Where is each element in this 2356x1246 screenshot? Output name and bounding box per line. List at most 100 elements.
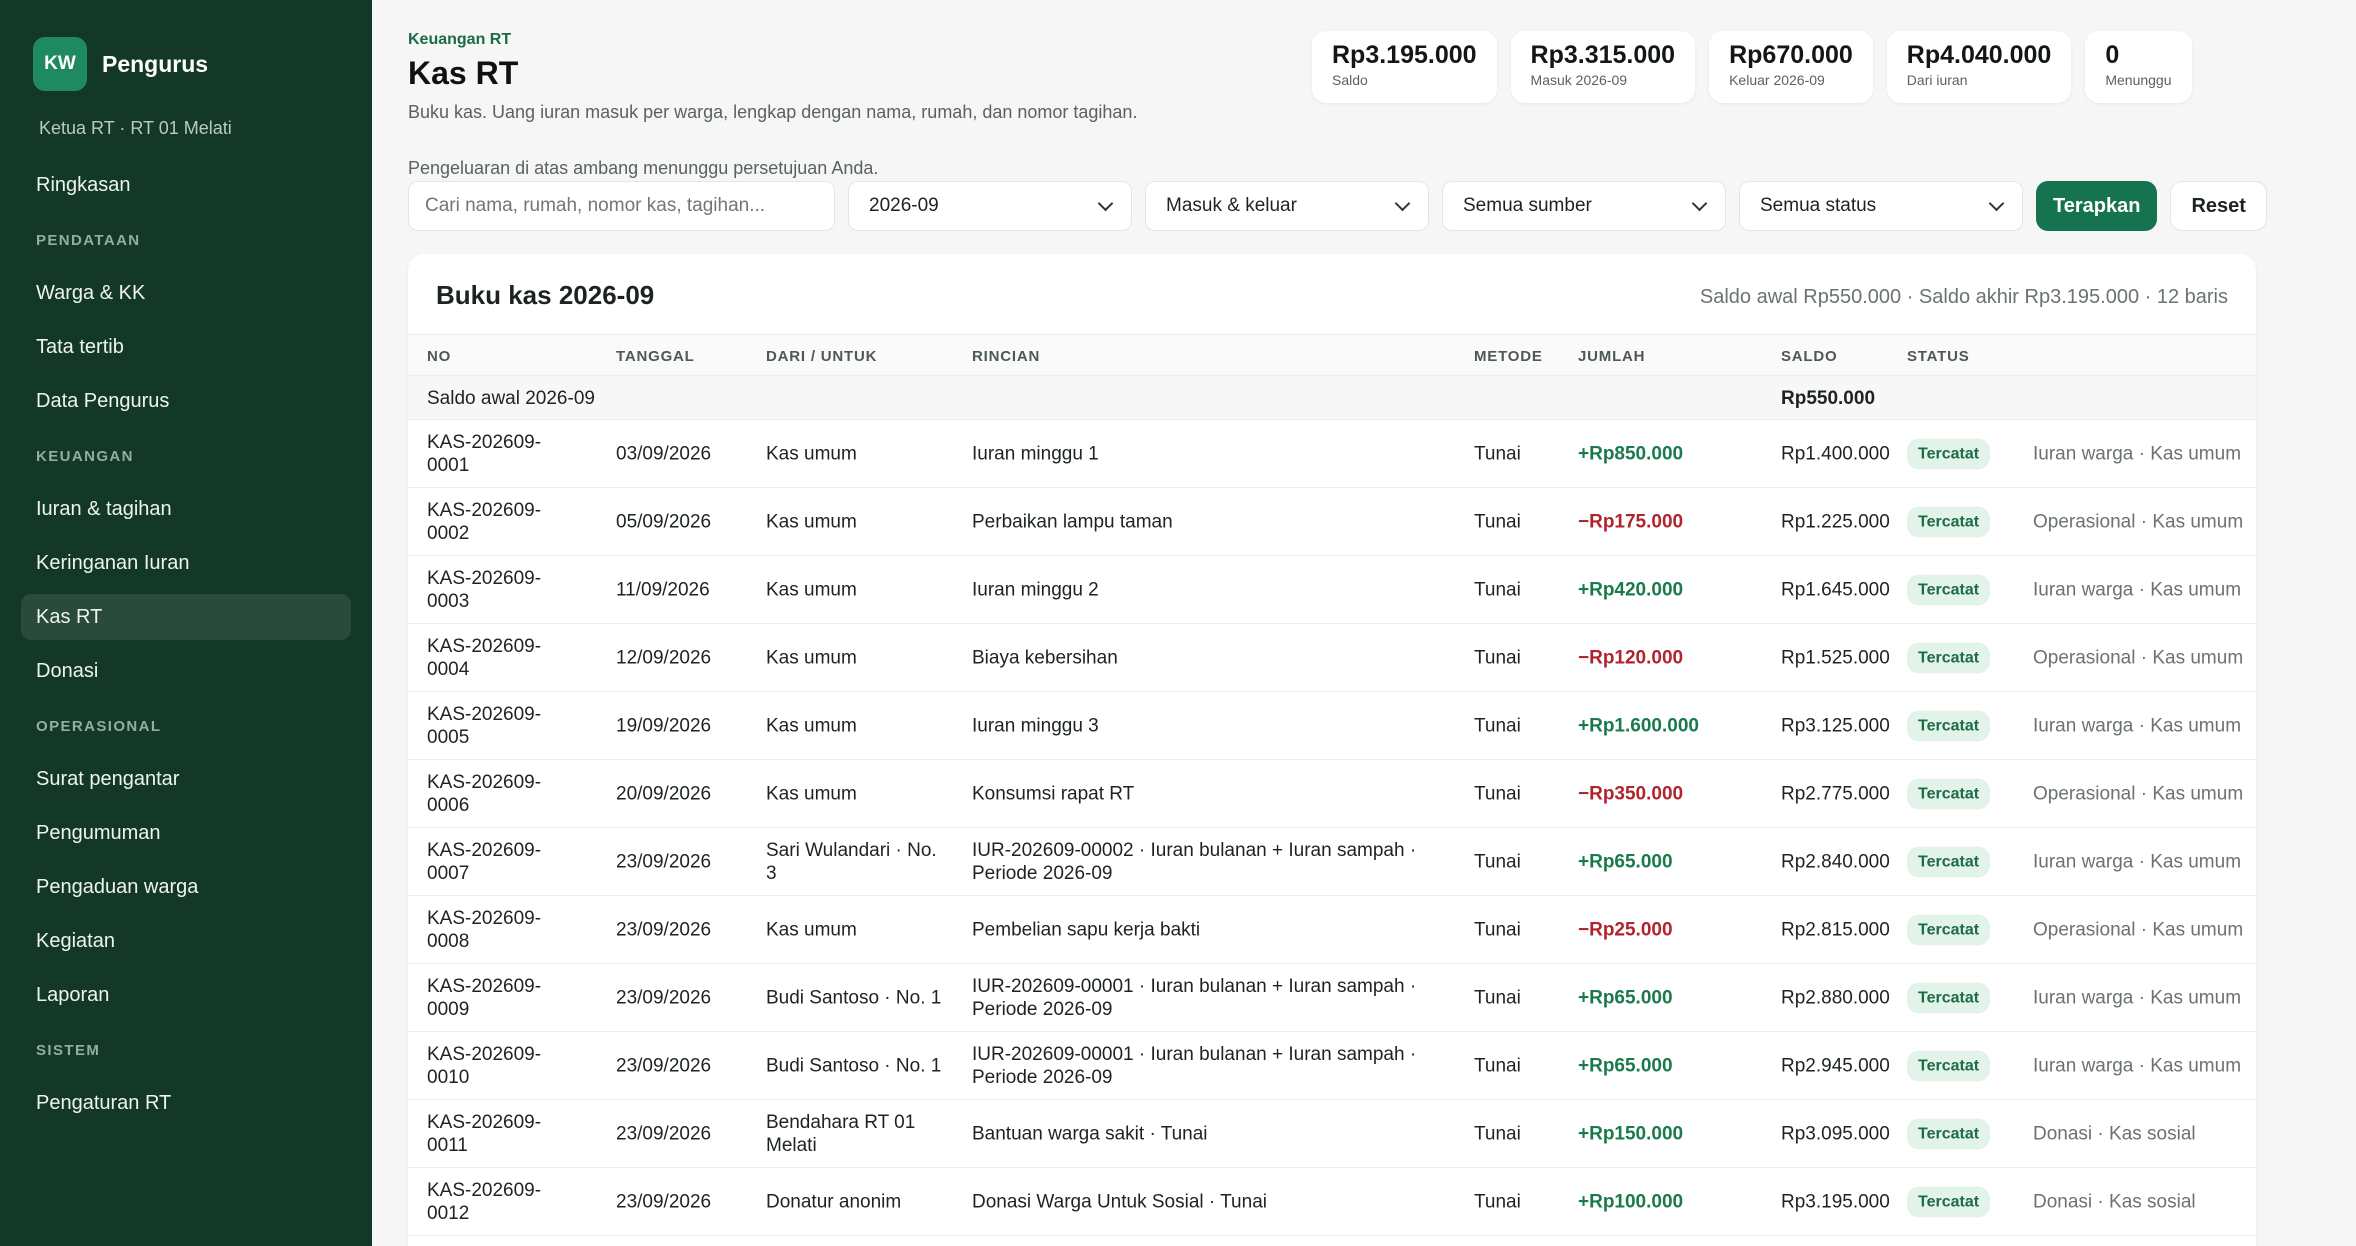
table-row[interactable]: KAS-202609-0006 20/09/2026 Kas umum Konsums… xyxy=(408,760,2256,828)
entry-category: Donasi · Kas sosial xyxy=(2033,1123,2196,1144)
status-badge: Tercatat xyxy=(1907,846,1991,877)
apply-button[interactable]: Terapkan xyxy=(2036,181,2158,231)
sidebar-item[interactable]: Pengaduan warga xyxy=(21,864,351,910)
period-select[interactable]: 2026-09 xyxy=(848,181,1132,231)
entry-detail: Konsumsi rapat RT xyxy=(972,783,1135,804)
table-row[interactable]: KAS-202609-0008 23/09/2026 Kas umum Pembeli… xyxy=(408,896,2256,964)
breadcrumb[interactable]: Keuangan RT xyxy=(408,31,511,49)
entry-detail: IUR-202609-00001 · Iuran bulanan + Iuran… xyxy=(972,1043,1417,1088)
opening-balance-label: Saldo awal 2026-09 xyxy=(427,388,595,409)
entry-detail: Iuran minggu 3 xyxy=(972,715,1099,736)
column-header[interactable]: DARI / UNTUK xyxy=(766,348,877,365)
status-badge: Tercatat xyxy=(1907,438,1991,469)
entry-method: Tunai xyxy=(1474,919,1521,940)
entry-method: Tunai xyxy=(1474,783,1521,804)
stat-value: Rp670.000 xyxy=(1729,41,1853,69)
stat-label: Menunggu xyxy=(2105,72,2172,88)
nav-section-heading: OPERASIONAL xyxy=(36,718,162,735)
status-badge: Tercatat xyxy=(1907,778,1991,809)
stat-label: Saldo xyxy=(1332,72,1368,88)
entry-category: Operasional · Kas umum xyxy=(2033,919,2244,940)
stat-value: Rp3.195.000 xyxy=(1332,41,1477,69)
entry-category: Iuran warga · Kas umum xyxy=(2033,1055,2242,1076)
sidebar-item[interactable]: Ringkasan xyxy=(21,162,351,208)
entry-balance: Rp2.840.000 xyxy=(1781,851,1890,872)
nav-section-heading: PENDATAAN xyxy=(36,232,141,249)
entry-category: Operasional · Kas umum xyxy=(2033,647,2244,668)
sidebar: KW Pengurus Ketua RT · RT 01 Melati Ring… xyxy=(0,0,372,1246)
sidebar-item[interactable]: Iuran & tagihan xyxy=(21,486,351,532)
column-header[interactable]: NO xyxy=(427,348,451,365)
table-row[interactable]: KAS-202609-0012 23/09/2026 Donatur anonim D… xyxy=(408,1168,2256,1236)
status-badge: Tercatat xyxy=(1907,1118,1991,1149)
ledger-card: Buku kas 2026-09 Saldo awal Rp550.000 · … xyxy=(408,254,2256,1246)
stat-label: Dari iuran xyxy=(1906,72,1968,88)
table-row[interactable]: KAS-202609-0011 23/09/2026 Bendahara RT 01… xyxy=(408,1100,2256,1168)
sidebar-item[interactable]: Kegiatan xyxy=(21,918,351,964)
entry-method: Tunai xyxy=(1474,1123,1521,1144)
table-row[interactable]: KAS-202609-0007 23/09/2026 Sari Wulandari … xyxy=(408,828,2256,896)
entry-date: 05/09/2026 xyxy=(616,511,712,532)
chevron-down-icon xyxy=(1691,195,1708,211)
sidebar-item[interactable]: Surat pengantar xyxy=(21,756,351,802)
sidebar-item[interactable]: Pengumuman xyxy=(21,810,351,856)
sidebar-item[interactable]: Tata tertib xyxy=(21,324,351,370)
entry-date: 23/09/2026 xyxy=(616,987,712,1008)
sidebar-item[interactable]: Warga & KK xyxy=(21,270,351,316)
column-header[interactable]: SALDO xyxy=(1781,348,1838,365)
table-row[interactable]: KAS-202609-0005 19/09/2026 Kas umum Iuran m… xyxy=(408,692,2256,760)
reset-button[interactable]: Reset xyxy=(2170,181,2267,231)
entry-party: Budi Santoso · No. 1 xyxy=(766,1055,942,1076)
approval-note: Pengeluaran di atas ambang menunggu pers… xyxy=(408,158,879,178)
sidebar-item[interactable]: Keringanan Iuran xyxy=(21,540,351,586)
column-header[interactable]: RINCIAN xyxy=(972,348,1040,365)
column-header[interactable]: JUMLAH xyxy=(1578,348,1645,365)
search-input[interactable] xyxy=(408,181,835,231)
entry-date: 23/09/2026 xyxy=(616,1191,712,1212)
entry-party: Kas umum xyxy=(766,511,857,532)
status-badge: Tercatat xyxy=(1907,710,1991,741)
entry-balance: Rp2.815.000 xyxy=(1781,919,1890,940)
sidebar-item[interactable]: Laporan xyxy=(21,972,351,1018)
entry-amount: +Rp1.600.000 xyxy=(1578,715,1699,736)
direction-select[interactable]: Masuk & keluar xyxy=(1145,181,1429,231)
stat-card-menunggu: 0 Menunggu xyxy=(2085,31,2192,103)
column-header[interactable]: TANGGAL xyxy=(616,348,695,365)
status-cell: Tercatat xyxy=(1907,710,1991,741)
opening-balance-row: Saldo awal 2026-09 Rp550.000 xyxy=(408,376,2256,420)
status-badge: Tercatat xyxy=(1907,642,1991,673)
ledger-rows: KAS-202609-0001 03/09/2026 Kas umum Iuran m… xyxy=(408,420,2256,1236)
table-row[interactable]: KAS-202609-0001 03/09/2026 Kas umum Iuran m… xyxy=(408,420,2256,488)
sidebar-item[interactable]: Data Pengurus xyxy=(21,378,351,424)
entry-party: Kas umum xyxy=(766,579,857,600)
sidebar-item[interactable]: Kas RT xyxy=(21,594,351,640)
entry-number: KAS-202609-0001 xyxy=(427,431,542,476)
entry-party: Kas umum xyxy=(766,919,857,940)
stat-value: Rp4.040.000 xyxy=(1906,41,2052,69)
table-row[interactable]: KAS-202609-0009 23/09/2026 Budi Santoso · … xyxy=(408,964,2256,1032)
stat-value: 0 xyxy=(2105,41,2120,69)
table-row[interactable]: KAS-202609-0002 05/09/2026 Kas umum Perbaik… xyxy=(408,488,2256,556)
entry-detail: IUR-202609-00001 · Iuran bulanan + Iuran… xyxy=(972,975,1417,1020)
table-row[interactable]: KAS-202609-0004 12/09/2026 Kas umum Biaya k… xyxy=(408,624,2256,692)
entry-method: Tunai xyxy=(1474,579,1521,600)
entry-detail: Iuran minggu 1 xyxy=(972,443,1099,464)
stat-card-masuk: Rp3.315.000 Masuk 2026-09 xyxy=(1510,31,1696,103)
entry-party: Bendahara RT 01 Melati xyxy=(766,1111,916,1156)
sidebar-item[interactable]: Pengaturan RT xyxy=(21,1080,351,1126)
status-select[interactable]: Semua status xyxy=(1739,181,2023,231)
entry-party: Kas umum xyxy=(766,443,857,464)
summary-stats: Rp3.195.000 Saldo Rp3.315.000 Masuk 2026… xyxy=(1312,31,2192,103)
source-select[interactable]: Semua sumber xyxy=(1442,181,1726,231)
sidebar-item[interactable]: Donasi xyxy=(21,648,351,694)
column-header[interactable]: METODE xyxy=(1474,348,1543,365)
entry-amount: +Rp100.000 xyxy=(1578,1191,1684,1212)
entry-number: KAS-202609-0008 xyxy=(427,907,542,952)
column-header[interactable]: STATUS xyxy=(1907,348,1970,365)
status-cell: Tercatat xyxy=(1907,506,1991,537)
entry-method: Tunai xyxy=(1474,851,1521,872)
table-row[interactable]: KAS-202609-0010 23/09/2026 Budi Santoso · … xyxy=(408,1032,2256,1100)
table-row[interactable]: KAS-202609-0003 11/09/2026 Kas umum Iuran m… xyxy=(408,556,2256,624)
status-badge: Tercatat xyxy=(1907,982,1991,1013)
brand[interactable]: KW Pengurus xyxy=(33,37,208,91)
